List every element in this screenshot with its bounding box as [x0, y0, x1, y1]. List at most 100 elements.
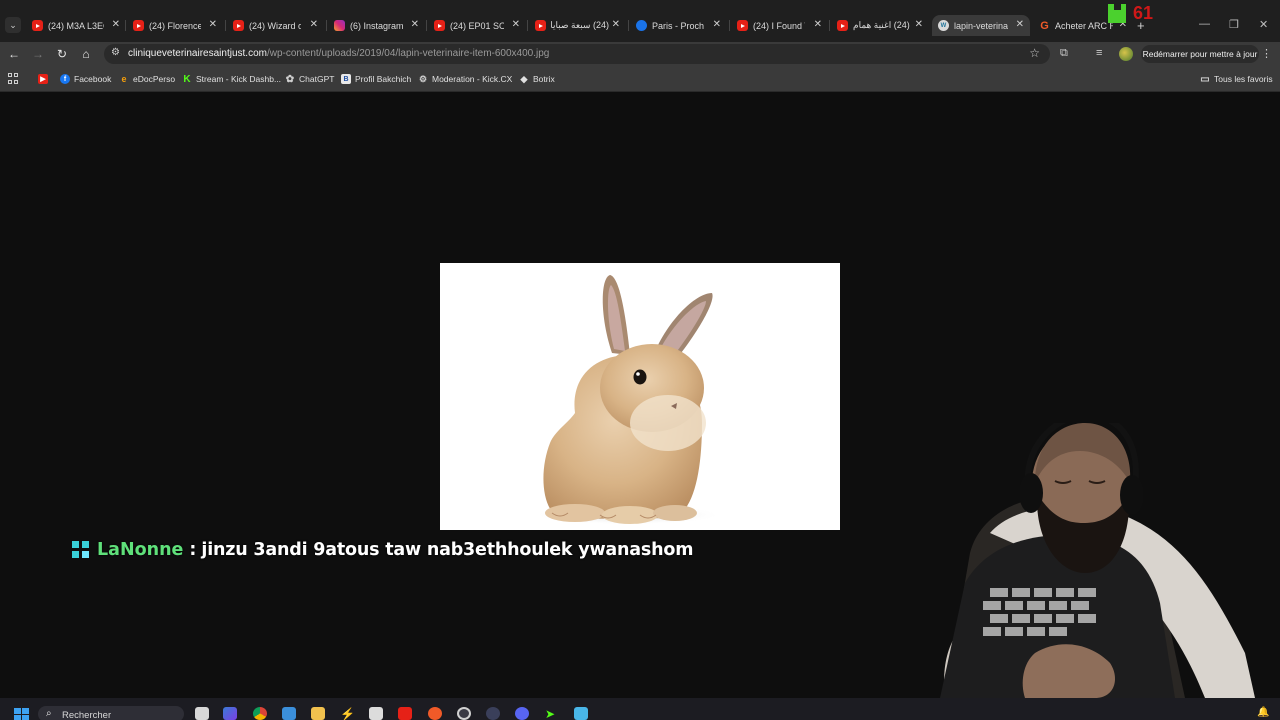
tab-i-found[interactable]: (24) I Found The ✕ — [737, 15, 822, 36]
extensions-icon[interactable]: ⧉ — [1060, 47, 1068, 60]
tab-label: (24) M3A L3ECHRA — [48, 20, 104, 31]
youtube-icon: ▶ — [38, 74, 48, 84]
chat-separator: : — [189, 540, 197, 560]
maximize-icon[interactable]: ❐ — [1229, 18, 1239, 31]
tab-close-icon[interactable]: ✕ — [612, 19, 620, 30]
app-green-icon[interactable]: ➤ — [545, 707, 559, 720]
tab-close-icon[interactable]: ✕ — [713, 19, 721, 30]
all-bookmarks-folder[interactable]: ▭ Tous les favoris — [1200, 72, 1273, 86]
tab-separator — [729, 20, 730, 31]
copilot-icon[interactable] — [223, 707, 237, 720]
tab-florence[interactable]: (24) Florence - R ✕ — [133, 15, 217, 36]
tab-label: (24) EP01 SOHBA — [450, 20, 504, 31]
search-placeholder: Rechercher — [62, 710, 112, 720]
bookmark-youtube[interactable]: ▶ — [38, 72, 52, 86]
tab-label: (24) اغنية همام — [853, 20, 910, 30]
media-controls-icon[interactable]: ≡ — [1096, 47, 1102, 59]
tab-close-icon[interactable]: ✕ — [814, 19, 822, 30]
url-path: /wp-content/uploads/2019/04/lapin-veteri… — [266, 48, 550, 59]
app-document-icon[interactable] — [369, 707, 383, 720]
bookmark-label: eDocPerso — [133, 74, 176, 84]
address-bar[interactable]: ⚙ cliniqueveterinairesaintjust.com/wp-co… — [104, 44, 1050, 64]
bookmarks-bar: ▶ f Facebook e eDocPerso K Stream - Kick… — [0, 66, 1280, 92]
tab-label: lapin-veterinaire — [954, 20, 1008, 31]
site-info-icon[interactable]: ⚙ — [111, 47, 120, 58]
chrome-icon[interactable] — [253, 707, 267, 720]
notepad-icon[interactable] — [574, 707, 588, 720]
tab-ep01[interactable]: (24) EP01 SOHBA ✕ — [434, 15, 520, 36]
tab-paris[interactable]: Paris - Prochaine ✕ — [636, 15, 721, 36]
bookmark-moderation[interactable]: ⚙ Moderation - Kick.CX — [418, 72, 512, 86]
minimize-icon[interactable]: — — [1199, 18, 1210, 30]
chat-username: LaNonne — [97, 540, 184, 560]
youtube-icon[interactable] — [398, 707, 412, 720]
tab-label: (6) Instagram — [350, 20, 404, 31]
bookmark-botrix[interactable]: ◆ Botrix — [519, 72, 555, 86]
task-view-icon[interactable] — [195, 707, 209, 720]
streamer-webcam — [885, 411, 1280, 698]
app-red-icon[interactable]: ⚡ — [340, 707, 355, 720]
bookmark-facebook[interactable]: f Facebook — [60, 72, 111, 86]
apps-grid-icon[interactable] — [8, 73, 19, 84]
rabbit-image[interactable] — [440, 263, 840, 530]
moderation-icon: ⚙ — [418, 73, 428, 84]
tab-oughniya[interactable]: (24) اغنية همام ✕ — [837, 15, 923, 36]
tab-separator — [326, 20, 327, 31]
all-bookmarks-label: Tous les favoris — [1214, 74, 1273, 84]
tab-close-icon[interactable]: ✕ — [411, 19, 419, 30]
tab-separator — [426, 20, 427, 31]
tab-sabaa-sabaya[interactable]: (24) سبعة صبايا ✕ — [535, 15, 620, 36]
home-icon[interactable]: ⌂ — [78, 46, 94, 62]
g-icon: G — [1040, 19, 1049, 32]
tab-wizard[interactable]: (24) Wizard of O ✕ — [233, 15, 318, 36]
window-close-icon[interactable]: ✕ — [1259, 18, 1268, 31]
bookmark-profil-bakchich[interactable]: B Profil Bakchich — [341, 72, 411, 86]
tab-close-icon[interactable]: ✕ — [209, 19, 217, 30]
tab-label: (24) Florence - R — [149, 20, 201, 31]
bookmark-edocperso[interactable]: e eDocPerso — [119, 72, 175, 86]
app-orange-icon[interactable] — [428, 707, 442, 720]
chat-message-text: jinzu 3andi 9atous taw nab3ethhoulek ywa… — [201, 540, 694, 560]
bookmark-kick-dashboard[interactable]: K Stream - Kick Dashb... — [182, 72, 281, 86]
app-circle-icon[interactable] — [486, 707, 500, 720]
forward-icon[interactable]: → — [30, 46, 46, 62]
profile-avatar[interactable] — [1119, 47, 1133, 61]
bookmark-star-icon[interactable]: ☆ — [1029, 46, 1040, 60]
windows-start-icon[interactable] — [14, 708, 29, 720]
discord-icon[interactable] — [515, 707, 529, 720]
youtube-icon — [535, 20, 546, 31]
menu-kebab-icon[interactable]: ⋮ — [1261, 47, 1272, 60]
url-host: cliniqueveterinairesaintjust.com — [128, 48, 267, 59]
tab-close-icon[interactable]: ✕ — [512, 19, 520, 30]
tab-m3a[interactable]: (24) M3A L3ECHRA ✕ — [32, 15, 120, 36]
wordpress-icon: W — [938, 20, 949, 31]
tab-close-icon[interactable]: ✕ — [112, 19, 120, 30]
globe-icon — [636, 20, 647, 31]
youtube-icon — [434, 20, 445, 31]
tab-lapin-veterinaire[interactable]: W lapin-veterinaire ✕ — [932, 15, 1030, 36]
screen: ⌄ (24) M3A L3ECHRA ✕ (24) Florence - R ✕… — [0, 0, 1280, 720]
bookmark-label: Profil Bakchich — [355, 74, 412, 84]
chatgpt-icon: ✿ — [285, 73, 295, 85]
notification-icon[interactable]: 🔔 — [1257, 707, 1271, 720]
tab-label: (24) I Found The — [753, 20, 805, 31]
url-text[interactable]: cliniqueveterinairesaintjust.com/wp-cont… — [128, 48, 549, 59]
store-icon[interactable] — [282, 707, 296, 720]
youtube-icon — [233, 20, 244, 31]
bookmark-chatgpt[interactable]: ✿ ChatGPT — [285, 72, 335, 86]
tab-instagram[interactable]: (6) Instagram ✕ — [334, 15, 419, 36]
file-explorer-icon[interactable] — [311, 707, 325, 720]
bakchich-icon: B — [341, 74, 351, 84]
obs-icon[interactable] — [457, 707, 471, 720]
update-restart-button[interactable]: Redémarrer pour mettre à jour — [1141, 45, 1259, 63]
tab-close-icon[interactable]: ✕ — [310, 19, 318, 30]
page-viewport — [0, 93, 1280, 698]
back-icon[interactable]: ← — [6, 46, 22, 62]
webcam-feed — [940, 411, 1255, 698]
tab-close-icon[interactable]: ✕ — [1016, 19, 1024, 30]
reload-icon[interactable]: ↻ — [54, 46, 70, 62]
taskbar-search[interactable]: ⌕ Rechercher — [38, 706, 184, 720]
tab-search-button[interactable]: ⌄ — [5, 17, 21, 33]
kick-logo-icon — [1108, 4, 1126, 23]
tab-close-icon[interactable]: ✕ — [915, 19, 923, 30]
